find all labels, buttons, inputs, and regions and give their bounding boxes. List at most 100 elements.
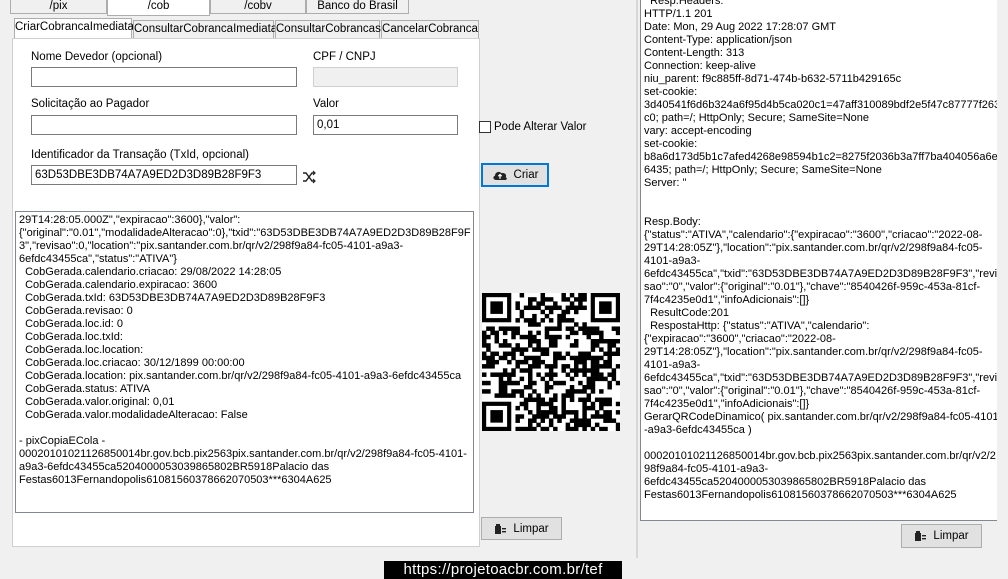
log-line: vary: accept-encoding — [644, 125, 752, 137]
tab-label: CancelarCobranca — [382, 23, 478, 35]
log-line: 29T14:28:05Z"},"location":"pix.santander… — [644, 346, 983, 358]
cpf-cnpj-label: CPF / CNPJ — [313, 51, 376, 63]
eraser-icon — [914, 530, 927, 542]
log-line: Festas6013Fernandopolis61081560378662070… — [644, 489, 957, 501]
log-line: ResultCode:201 — [644, 307, 729, 319]
log-line: CobGerada.valor.original: 0,01 — [19, 396, 175, 408]
log-line: -a9a3-6efdc43455ca ) — [644, 424, 752, 436]
log-line: 4101-a9a3- — [644, 255, 701, 267]
right-limpar-button[interactable]: Limpar — [901, 524, 982, 548]
tab-label: ConsultarCobrancaImediata — [134, 23, 278, 35]
shuffle-icon[interactable] — [302, 170, 316, 184]
criar-button[interactable]: Criar — [481, 163, 549, 187]
txid-input[interactable]: 63D53DBE3DB74A7A9ED2D3D89B28F9F3 — [31, 165, 297, 185]
log-line: {"original":"0.01","modalidadeAlteracao"… — [19, 227, 471, 239]
tab-label: /cobv — [244, 0, 272, 12]
log-line: c0; path=/; HttpOnly; Secure; SameSite=N… — [644, 112, 870, 124]
limpar-button-label: Limpar — [513, 522, 549, 535]
log-line: Date: Mon, 29 Aug 2022 17:28:07 GMT — [644, 21, 837, 33]
tab-label: /pix — [49, 0, 68, 12]
tab-consultar-cobrancas[interactable]: ConsultarCobrancas — [275, 20, 381, 38]
log-line: 7f4c4235e0d1","infoAdicionais":[]} — [644, 294, 810, 306]
tab-pix[interactable]: /pix — [10, 0, 107, 14]
tab-cobv[interactable]: /cobv — [210, 0, 306, 14]
solicitacao-pagador-label: Solicitação ao Pagador — [31, 98, 150, 110]
log-line: b8a6d173d5b1c7afed4268e98594b1c2=8275f20… — [644, 151, 1004, 163]
tab-label: ConsultarCobrancas — [276, 23, 381, 35]
right-log-content: Resp.Headers: HTTP/1.1 201 Date: Mon, 29 A… — [644, 0, 1004, 502]
log-line: CobGerada.loc.criacao: 30/12/1899 00:00:… — [19, 357, 245, 369]
log-line: 29T14:28:05Z"},"location":"pix.santander… — [644, 242, 983, 254]
tab-cob[interactable]: /cob — [107, 0, 210, 16]
log-line: CobGerada.calendario.expiracao: 3600 — [19, 279, 218, 291]
log-line: 6efdc43455ca","status":"ATIVA"} — [19, 253, 177, 265]
log-line: CobGerada.revisao: 0 — [19, 305, 133, 317]
right-log-scrollbar[interactable] — [997, 0, 1006, 521]
log-line: 6efdc43455ca","txid":"63D53DBE3DB74A7A9E… — [644, 372, 998, 384]
log-line: Content-Length: 313 — [644, 47, 745, 59]
tab-consultar-cobranca-imediata[interactable]: ConsultarCobrancaImediata — [133, 20, 278, 38]
log-line: 98f9a84-fc05-4101-a9a3- — [644, 463, 769, 475]
left-log-memo[interactable]: 29T14:28:05.000Z","expiracao":3600},"val… — [15, 211, 474, 513]
limpar-button[interactable]: Limpar — [481, 517, 562, 540]
log-line: 00020101021126850014br.gov.bcb.pix2563pi… — [644, 450, 996, 462]
log-line: set-cookie: — [644, 86, 698, 98]
log-line: CobGerada.calendario.criacao: 29/08/2022… — [19, 266, 282, 278]
valor-label: Valor — [313, 98, 339, 110]
log-line: {"status":"ATIVA","calendario":{"expirac… — [644, 229, 983, 241]
log-line: a9a3-6efdc43455ca5204000053039865802BR59… — [19, 461, 330, 473]
log-line: CobGerada.loc.location: — [19, 344, 144, 356]
log-line: CobGerada.loc.txId: — [19, 331, 123, 343]
log-line: 7f4c4235e0d1","infoAdicionais":[]} — [644, 398, 810, 410]
log-line: niu_parent: f9c885ff-8d71-474b-b632-5711… — [644, 73, 902, 85]
tab-label: CriarCobrancaImediata — [15, 21, 134, 33]
log-line: RespostaHttp: {"status":"ATIVA","calenda… — [644, 320, 870, 332]
log-line: - pixCopiaECola - — [19, 435, 106, 447]
log-line: Connection: keep-alive — [644, 60, 756, 72]
txid-label: Identificador da Transação (TxId, opcion… — [31, 149, 249, 161]
tab-criar-cobranca-imediata[interactable]: CriarCobrancaImediata — [14, 18, 134, 39]
footer-url: https://projetoacbr.com.br/tef — [384, 561, 622, 579]
qr-code-image — [482, 293, 621, 432]
log-line: 00020101021126850014br.gov.bcb.pix2563pi… — [19, 448, 467, 460]
log-line: CobGerada.txId: 63D53DBE3DB74A7A9ED2D3D8… — [19, 292, 326, 304]
log-line: Festas6013Fernandopolis61081560378662070… — [19, 474, 332, 486]
log-line: CobGerada.status: ATIVA — [19, 383, 151, 395]
log-line: HTTP/1.1 201 — [644, 8, 713, 20]
log-line: GerarQRCodeDinamico( pix.santander.com.b… — [644, 411, 999, 423]
right-log-memo[interactable]: Resp.Headers: HTTP/1.1 201 Date: Mon, 29 A… — [640, 0, 1006, 521]
log-line: Server: " — [644, 177, 687, 189]
log-line: set-cookie: — [644, 138, 698, 150]
log-line: Resp.Body: — [644, 216, 701, 228]
log-line: Content-Type: application/json — [644, 34, 792, 46]
pode-alterar-valor-label[interactable]: Pode Alterar Valor — [494, 121, 586, 133]
right-limpar-button-label: Limpar — [933, 530, 969, 542]
log-line: {"expiracao":"3600","criacao":"2022-08- — [644, 333, 836, 345]
solicitacao-pagador-input[interactable] — [31, 115, 297, 135]
log-line: CobGerada.location: pix.santander.com.br… — [19, 370, 462, 382]
left-log-content: 29T14:28:05.000Z","expiracao":3600},"val… — [19, 214, 471, 487]
pode-alterar-valor-checkbox[interactable] — [479, 121, 491, 133]
criar-button-label: Criar — [513, 169, 539, 181]
log-line: sao":"0","valor":{"original":"0.01"},"ch… — [644, 385, 981, 397]
splitter[interactable] — [636, 0, 638, 558]
log-line: 6435; path=/; HttpOnly; Secure; SameSite… — [644, 164, 882, 176]
log-line: 3","revisao":0,"location":"pix.santander… — [19, 240, 404, 252]
log-line: 6efdc43455ca","txid":"63D53DBE3DB74A7A9E… — [644, 268, 998, 280]
cloud-upload-icon — [492, 169, 508, 181]
tab-label: Banco do Brasil — [317, 0, 398, 12]
tab-cancelar-cobranca[interactable]: CancelarCobranca — [381, 20, 479, 38]
tab-label: /cob — [147, 0, 170, 12]
nome-devedor-input[interactable] — [31, 67, 297, 87]
nome-devedor-label: Nome Devedor (opcional) — [31, 51, 163, 63]
tab-banco-do-brasil[interactable]: Banco do Brasil — [306, 0, 409, 14]
log-line: sao":"0","valor":{"original":"0.01"},"ch… — [644, 281, 981, 293]
log-line: 29T14:28:05.000Z","expiracao":3600},"val… — [19, 214, 241, 226]
log-line: 3d40541f6d6b324a6f95d4b5ca020c1=47aff310… — [644, 99, 1001, 111]
cpf-cnpj-input[interactable] — [313, 67, 458, 87]
valor-input[interactable]: 0,01 — [313, 115, 458, 135]
log-line: 4101-a9a3- — [644, 359, 701, 371]
